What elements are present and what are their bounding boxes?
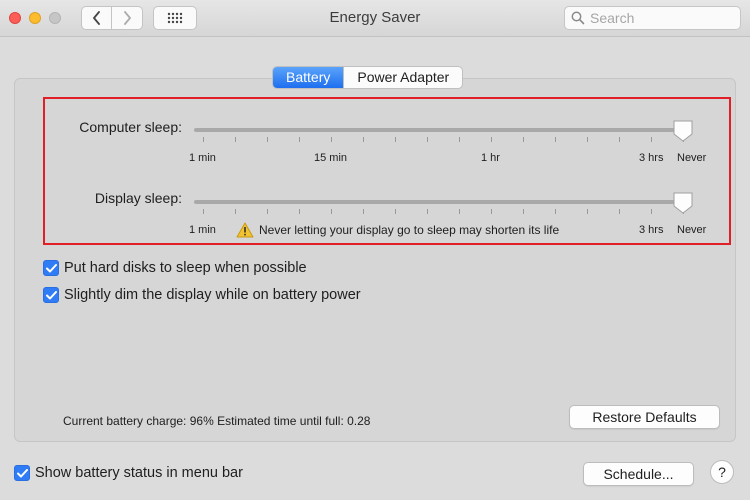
computer-sleep-slider[interactable] [194,128,692,132]
slider-tick [555,137,556,142]
slider-tick [203,137,204,142]
slider-tick [235,137,236,142]
slider-tick [459,137,460,142]
checkmark-icon [16,468,28,477]
slider-tick [523,209,524,214]
slider-tick [395,209,396,214]
display-sleep-label: Display sleep: [94,190,182,206]
tick-label-1-min: 1 min [189,152,216,164]
show-battery-status-option[interactable]: Show battery status in menu bar [14,465,243,481]
slider-tick [523,137,524,142]
help-button[interactable]: ? [710,460,734,484]
checkmark-icon [45,263,57,272]
tick-label-15-min: 15 min [314,152,348,164]
tick-label-3-hrs: 3 hrs [639,152,664,164]
slider-tick [363,209,364,214]
slider-tick [555,209,556,214]
tick-label-never: Never [677,152,707,164]
slider-tick [203,209,204,214]
slider-tick [587,209,588,214]
slider-tick [427,137,428,142]
tab-battery[interactable]: Battery [273,67,344,88]
show-battery-status-checkbox[interactable] [14,465,30,481]
tab-power-adapter[interactable]: Power Adapter [343,67,462,88]
slider-tick [331,209,332,214]
hard-disk-sleep-label: Put hard disks to sleep when possible [64,260,307,276]
battery-status-text: Current battery charge: 96% Estimated ti… [63,414,371,428]
slider-tick [619,137,620,142]
display-sleep-slider[interactable] [194,200,692,204]
slider-tick [651,137,652,142]
schedule-button[interactable]: Schedule... [583,462,694,486]
dim-display-checkbox[interactable] [43,287,59,303]
tick-label-never: Never [677,224,707,236]
tab-bar: Battery Power Adapter [272,66,464,89]
search-icon [571,11,585,25]
slider-tick [491,209,492,214]
slider-tick [587,137,588,142]
restore-defaults-button[interactable]: Restore Defaults [569,405,720,429]
display-sleep-slider-thumb[interactable] [672,191,694,215]
title-bar: Energy Saver Search [0,0,750,37]
warning-text: Never letting your display go to sleep m… [259,223,560,237]
search-field[interactable]: Search [564,6,741,30]
computer-sleep-label: Computer sleep: [79,119,182,135]
slider-tick [299,209,300,214]
slider-tick [235,209,236,214]
display-sleep-warning: Never letting your display go to sleep m… [236,222,559,238]
computer-sleep-slider-thumb[interactable] [672,119,694,143]
dim-display-label: Slightly dim the display while on batter… [64,287,361,303]
tick-label-1-min: 1 min [189,224,216,236]
slider-tick [395,137,396,142]
slider-tick [459,209,460,214]
slider-tick [267,209,268,214]
tick-label-1-hr: 1 hr [481,152,500,164]
slider-tick [299,137,300,142]
search-placeholder: Search [590,10,635,26]
hard-disk-sleep-checkbox[interactable] [43,260,59,276]
show-battery-status-label: Show battery status in menu bar [35,465,243,481]
checkmark-icon [45,290,57,299]
slider-tick [427,209,428,214]
slider-tick [331,137,332,142]
slider-tick [619,209,620,214]
tick-label-3-hrs: 3 hrs [639,224,664,236]
slider-tick [363,137,364,142]
dim-display-option[interactable]: Slightly dim the display while on batter… [43,287,361,303]
slider-tick [267,137,268,142]
slider-tick [491,137,492,142]
slider-tick [651,209,652,214]
warning-icon [236,222,254,238]
hard-disk-sleep-option[interactable]: Put hard disks to sleep when possible [43,260,307,276]
